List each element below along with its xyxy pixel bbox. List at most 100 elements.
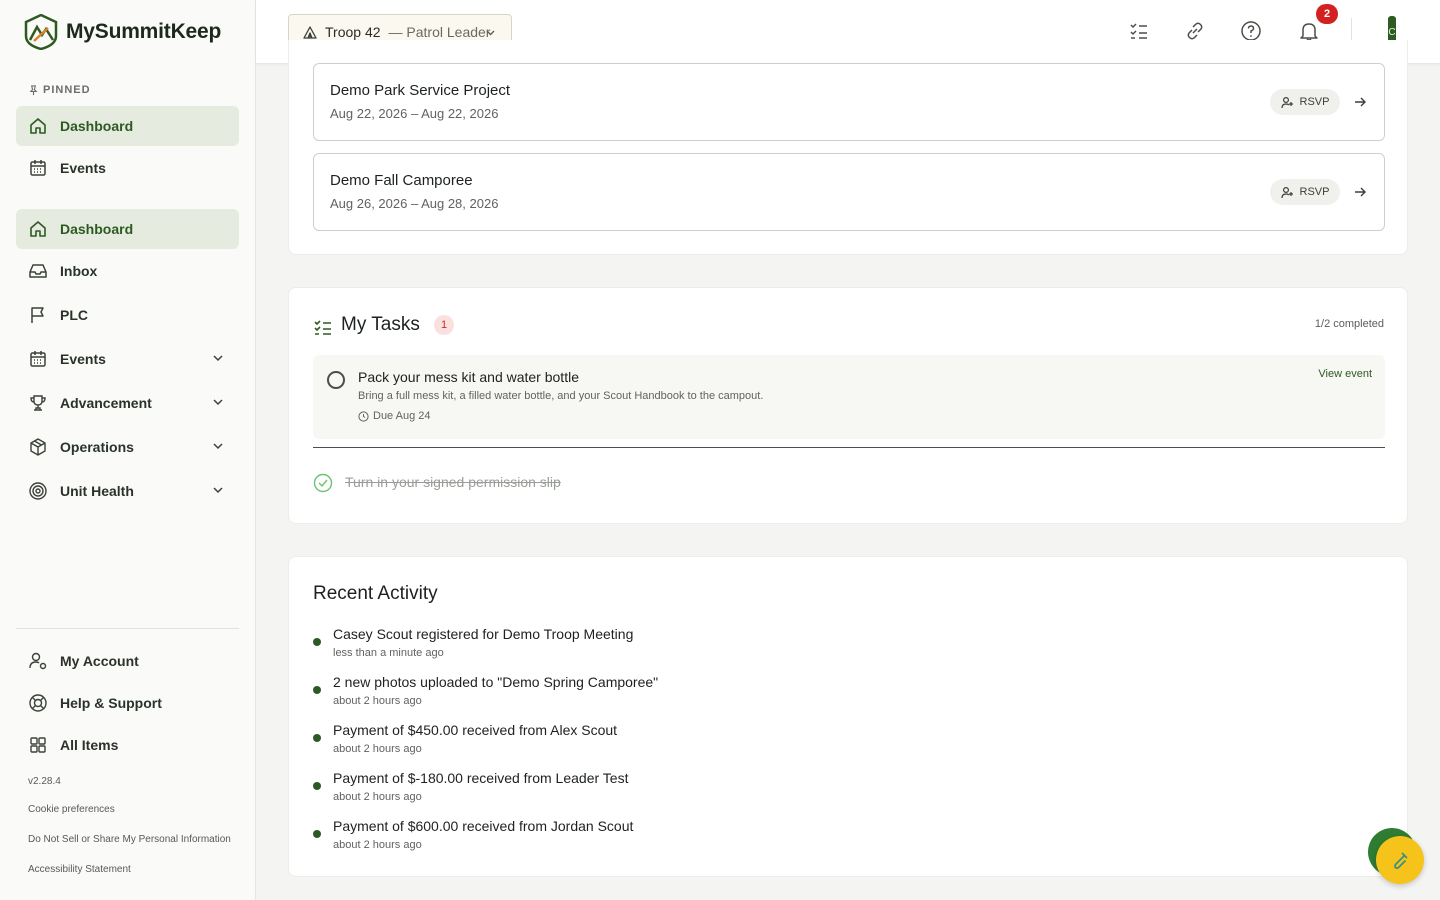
check-circle-icon[interactable]: [313, 473, 333, 493]
do-not-sell-link[interactable]: Do Not Sell or Share My Personal Informa…: [28, 834, 231, 845]
event-title: Demo Fall Camporee: [330, 172, 473, 189]
notification-badge: 2: [1316, 4, 1338, 24]
arrow-right-icon[interactable]: [1352, 94, 1368, 110]
inbox-icon: [29, 264, 47, 278]
activity-text: Casey Scout registered for Demo Troop Me…: [333, 626, 634, 642]
sidebar-item-dashboard[interactable]: Dashboard: [16, 209, 239, 249]
link-icon[interactable]: [1184, 20, 1206, 42]
nav-label: Unit Health: [60, 483, 134, 499]
chevron-down-icon[interactable]: [211, 351, 225, 365]
nav-label: Inbox: [60, 263, 98, 279]
test-tube-icon: [1394, 852, 1408, 869]
event-date: Aug 22, 2026 – Aug 22, 2026: [330, 106, 499, 121]
nav-label: Dashboard: [60, 118, 134, 134]
tasks-checklist-icon[interactable]: [1128, 20, 1150, 42]
activity-time: about 2 hours ago: [333, 743, 422, 755]
box-icon: [30, 438, 46, 456]
rsvp-button[interactable]: RSVP: [1270, 179, 1340, 205]
activity-dot: [313, 782, 321, 790]
activity-text: Payment of $450.00 received from Alex Sc…: [333, 722, 618, 738]
activity-dot: [313, 638, 321, 646]
sidebar-item-advancement[interactable]: Advancement: [16, 383, 239, 423]
nav-label: Dashboard: [60, 221, 134, 237]
tasks-progress: 1/2 completed: [1314, 318, 1384, 330]
target-icon: [29, 482, 47, 500]
troop-role: — Patrol Leader: [388, 24, 491, 40]
nav-label: Help & Support: [60, 695, 162, 711]
troop-name: Troop 42: [325, 24, 381, 40]
pin-icon: [29, 84, 38, 95]
nav-label: Events: [60, 160, 106, 176]
view-event-link[interactable]: View event: [1318, 368, 1372, 380]
trophy-icon: [30, 395, 46, 411]
my-tasks-card: My Tasks 1 1/2 completed Pack your mess …: [288, 287, 1408, 524]
chevron-down-icon[interactable]: [211, 439, 225, 453]
event-date: Aug 26, 2026 – Aug 28, 2026: [330, 196, 499, 211]
calendar-icon: [30, 351, 46, 367]
sidebar-item-unit-health[interactable]: Unit Health: [16, 471, 239, 511]
task-item: Pack your mess kit and water bottle Brin…: [313, 355, 1385, 439]
activity-time: less than a minute ago: [333, 647, 444, 659]
upcoming-events-card: Demo Park Service Project Aug 22, 2026 –…: [288, 40, 1408, 255]
pinned-item-events[interactable]: Events: [16, 148, 239, 188]
sidebar-item-all-items[interactable]: All Items: [16, 725, 239, 765]
task-due: Due Aug 24: [358, 410, 431, 422]
activity-text: 2 new photos uploaded to "Demo Spring Ca…: [333, 674, 659, 690]
sidebar-item-help-support[interactable]: Help & Support: [16, 683, 239, 723]
user-gear-icon: [29, 652, 47, 670]
event-row[interactable]: Demo Fall Camporee Aug 26, 2026 – Aug 28…: [313, 153, 1385, 231]
task-complete-checkbox[interactable]: [327, 371, 345, 389]
logo-icon: [24, 14, 58, 50]
pinned-item-dashboard[interactable]: Dashboard: [16, 106, 239, 146]
activity-dot: [313, 686, 321, 694]
calendar-icon: [30, 160, 46, 176]
nav-label: Advancement: [60, 395, 152, 411]
nav-label: All Items: [60, 737, 119, 753]
sidebar-item-events[interactable]: Events: [16, 339, 239, 379]
home-icon: [30, 221, 46, 237]
task-divider: [313, 447, 1385, 448]
event-row[interactable]: Demo Park Service Project Aug 22, 2026 –…: [313, 63, 1385, 141]
sidebar-item-plc[interactable]: PLC: [16, 295, 239, 335]
cookie-preferences-link[interactable]: Cookie preferences: [28, 804, 115, 815]
sidebar-item-my-account[interactable]: My Account: [16, 641, 239, 681]
sidebar: MySummitKeep PINNED Dashboard Events Das…: [0, 0, 256, 900]
accessibility-statement-link[interactable]: Accessibility Statement: [28, 864, 131, 875]
chevron-down-icon[interactable]: [211, 483, 225, 497]
help-icon[interactable]: [1240, 20, 1262, 42]
checklist-icon: [314, 320, 331, 335]
recent-activity-card: Recent Activity Casey Scout registered f…: [288, 556, 1408, 877]
user-plus-icon: [1280, 96, 1293, 108]
completed-task-name: Turn in your signed permission slip: [345, 474, 561, 490]
grid-icon: [30, 737, 46, 753]
activity-time: about 2 hours ago: [333, 839, 422, 851]
sidebar-item-inbox[interactable]: Inbox: [16, 251, 239, 291]
chevron-down-icon: [486, 30, 495, 36]
nav-label: Operations: [60, 439, 134, 455]
feedback-fab[interactable]: [1376, 836, 1424, 884]
nav-label: Events: [60, 351, 106, 367]
event-title: Demo Park Service Project: [330, 82, 511, 99]
tasks-count-badge: 1: [434, 315, 454, 335]
user-plus-icon: [1280, 186, 1293, 198]
home-icon: [30, 118, 46, 134]
app-version: v2.28.4: [28, 776, 61, 787]
chevron-down-icon[interactable]: [211, 395, 225, 409]
flag-icon: [31, 307, 44, 323]
task-description: Bring a full mess kit, a filled water bo…: [358, 390, 764, 402]
brand-name: MySummitKeep: [66, 20, 222, 43]
task-name: Pack your mess kit and water bottle: [358, 369, 579, 385]
sidebar-item-operations[interactable]: Operations: [16, 427, 239, 467]
section-title: Recent Activity: [313, 583, 438, 604]
arrow-right-icon[interactable]: [1352, 184, 1368, 200]
activity-text: Payment of $600.00 received from Jordan …: [333, 818, 634, 834]
bell-icon[interactable]: [1298, 20, 1320, 42]
rsvp-button[interactable]: RSVP: [1270, 89, 1340, 115]
nav-label: PLC: [60, 307, 88, 323]
activity-dot: [313, 830, 321, 838]
clock-icon: [358, 410, 369, 422]
nav-label: My Account: [60, 653, 139, 669]
brand[interactable]: MySummitKeep: [24, 14, 221, 50]
lifebuoy-icon: [29, 694, 47, 712]
pinned-section-label: PINNED: [28, 84, 91, 96]
